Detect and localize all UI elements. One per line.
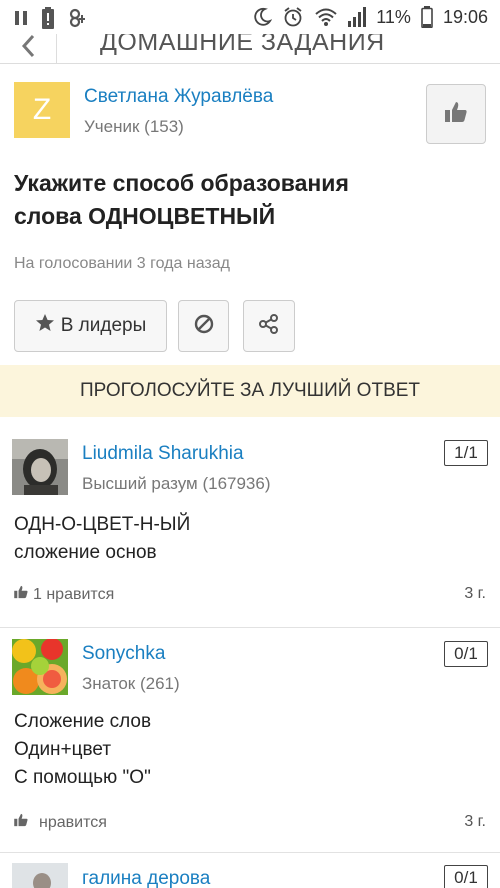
share-button[interactable] [243, 300, 295, 352]
answer-text: Сложение слов Один+цвет С помощью "О" [14, 708, 151, 792]
add-to-leaders-button[interactable]: В лидеры [14, 300, 167, 352]
star-icon [35, 313, 55, 339]
vote-score[interactable]: 0/1 [444, 641, 488, 667]
answer-like-button[interactable]: нравится [13, 812, 107, 833]
app-icon [68, 8, 88, 28]
answer-author-name[interactable]: галина дерова [82, 868, 210, 888]
battery-alert-icon [42, 7, 54, 29]
question-status: На голосовании 3 года назад [14, 255, 230, 272]
thumbs-up-icon [13, 584, 29, 605]
author-rank: Ученик (153) [84, 117, 184, 136]
question-line-1: Укажите способ образования [14, 170, 349, 196]
answer-text-line: Один+цвет [14, 739, 112, 760]
question-title: Укажите способ образования слова ОДНОЦВЕ… [14, 167, 484, 233]
author-name[interactable]: Светлана Журавлёва [84, 86, 273, 108]
answer-text-line: ОДН-О-ЦВЕТ-Н-ЫЙ [14, 514, 191, 535]
clock-time: 19:06 [442, 6, 488, 27]
answer-author-rank: Высший разум (167936) [82, 474, 271, 493]
answer-item: Sonychka Знаток (261) 0/1 Сложение слов … [0, 629, 500, 853]
answer-item: Liudmila Sharukhia Высший разум (167936)… [0, 417, 500, 628]
battery-icon [421, 6, 433, 28]
share-icon [258, 313, 280, 340]
avatar[interactable] [12, 863, 68, 888]
battery-percent: 11% [376, 6, 411, 27]
answer-text: ОДН-О-ЦВЕТ-Н-ЫЙ сложение основ [14, 511, 190, 567]
alarm-icon [282, 6, 304, 28]
answer-text-line: Сложение слов [14, 711, 152, 732]
question-author: Z Светлана Журавлёва Ученик (153) [14, 82, 486, 144]
vote-banner: ПРОГОЛОСУЙТЕ ЗА ЛУЧШИЙ ОТВЕТ [0, 365, 500, 417]
block-icon [193, 313, 215, 340]
answer-time: 3 г. [464, 585, 486, 602]
thumbs-up-icon [13, 812, 29, 833]
wifi-icon [314, 7, 338, 27]
avatar[interactable] [12, 439, 68, 495]
chevron-left-icon[interactable] [18, 34, 40, 58]
report-button[interactable] [178, 300, 229, 352]
answer-text-line: С помощью "О" [14, 767, 151, 788]
signal-icon [348, 7, 367, 27]
moon-icon [252, 7, 273, 27]
answer-like-button[interactable]: 1 нравится [13, 584, 114, 605]
vote-score[interactable]: 0/1 [444, 865, 488, 888]
app-header: ДОМАШНИЕ ЗАДАНИЯ [0, 34, 500, 64]
thumbs-up-icon [443, 99, 469, 130]
question-line-2: слова ОДНОЦВЕТНЫЙ [14, 203, 276, 229]
answer-author-name[interactable]: Liudmila Sharukhia [82, 443, 244, 465]
answer-author-rank: Знаток (261) [82, 674, 180, 693]
answer-item: галина дерова 0/1 [0, 853, 500, 888]
answer-likes: нравится [39, 813, 107, 831]
page-title: ДОМАШНИЕ ЗАДАНИЯ [100, 34, 385, 56]
answer-text-line: сложение основ [14, 542, 157, 563]
answer-author-name[interactable]: Sonychka [82, 643, 165, 665]
vote-score[interactable]: 1/1 [444, 440, 488, 466]
status-bar: 11% 19:06 [0, 0, 500, 34]
answer-time: 3 г. [464, 813, 486, 830]
answer-likes: 1 нравится [33, 585, 115, 603]
pause-icon [14, 9, 28, 27]
avatar[interactable] [12, 639, 68, 695]
like-button[interactable] [426, 84, 486, 144]
add-to-leaders-label: В лидеры [60, 315, 147, 336]
header-divider [56, 34, 57, 63]
avatar[interactable]: Z [14, 82, 70, 138]
